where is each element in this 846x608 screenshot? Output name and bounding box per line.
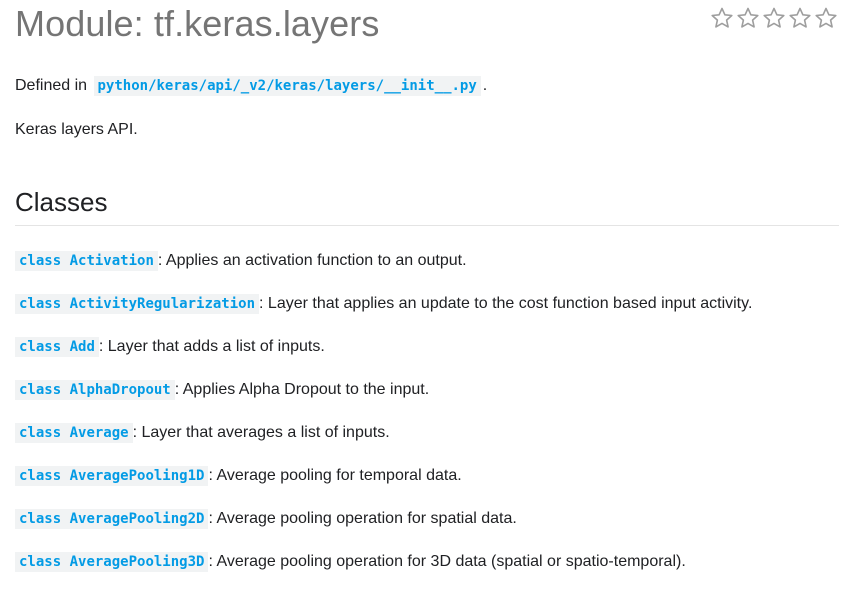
section-divider: [15, 225, 839, 226]
class-list: class Activation: Applies an activation …: [15, 248, 815, 592]
class-name: AveragePooling2D: [69, 511, 205, 527]
defined-in-label: Defined in: [15, 77, 88, 94]
class-description: : Average pooling operation for 3D data …: [208, 553, 686, 570]
class-description: : Applies Alpha Dropout to the input.: [174, 381, 430, 398]
star-rating: [710, 6, 838, 30]
class-description: : Average pooling operation for spatial …: [208, 510, 517, 527]
defined-in-suffix: .: [482, 77, 488, 94]
star-outline-icon[interactable]: [736, 6, 760, 30]
class-name: AveragePooling3D: [69, 554, 205, 570]
list-item: class AlphaDropout: Applies Alpha Dropou…: [15, 377, 815, 403]
class-description: : Layer that averages a list of inputs.: [132, 424, 390, 441]
class-link-alphadropout[interactable]: class AlphaDropout: [15, 380, 175, 400]
class-link-add[interactable]: class Add: [15, 337, 99, 357]
defined-in-line: Defined in python/keras/api/_v2/keras/la…: [15, 76, 487, 96]
page-title: Module: tf.keras.layers: [15, 3, 380, 44]
class-name: AveragePooling1D: [69, 468, 205, 484]
list-item: class Add: Layer that adds a list of inp…: [15, 334, 815, 360]
list-item: class ActivityRegularization: Layer that…: [15, 291, 815, 317]
class-link-activation[interactable]: class Activation: [15, 251, 158, 271]
list-item: class AveragePooling1D: Average pooling …: [15, 463, 815, 489]
list-item: class Activation: Applies an activation …: [15, 248, 815, 274]
class-keyword: class: [19, 296, 62, 312]
class-keyword: class: [19, 382, 62, 398]
class-keyword: class: [19, 339, 62, 355]
module-description: Keras layers API.: [15, 121, 138, 138]
star-outline-icon[interactable]: [710, 6, 734, 30]
source-path-link[interactable]: python/keras/api/_v2/keras/layers/__init…: [93, 76, 481, 96]
class-keyword: class: [19, 511, 62, 527]
class-link-averagepooling3d[interactable]: class AveragePooling3D: [15, 552, 209, 572]
class-keyword: class: [19, 425, 62, 441]
class-description: : Layer that adds a list of inputs.: [98, 338, 325, 355]
class-description: : Average pooling for temporal data.: [208, 467, 462, 484]
star-outline-icon[interactable]: [762, 6, 786, 30]
class-name: Average: [69, 425, 129, 441]
class-link-activityregularization[interactable]: class ActivityRegularization: [15, 294, 260, 314]
classes-heading: Classes: [15, 187, 108, 217]
class-name: Add: [69, 339, 95, 355]
star-outline-icon[interactable]: [788, 6, 812, 30]
list-item: class AveragePooling3D: Average pooling …: [15, 549, 815, 575]
class-keyword: class: [19, 554, 62, 570]
class-link-averagepooling2d[interactable]: class AveragePooling2D: [15, 509, 209, 529]
list-item: class AveragePooling2D: Average pooling …: [15, 506, 815, 532]
star-outline-icon[interactable]: [814, 6, 838, 30]
class-link-average[interactable]: class Average: [15, 423, 133, 443]
class-name: Activation: [69, 253, 154, 269]
class-description: : Layer that applies an update to the co…: [259, 295, 753, 312]
class-keyword: class: [19, 253, 62, 269]
class-link-averagepooling1d[interactable]: class AveragePooling1D: [15, 466, 209, 486]
class-description: : Applies an activation function to an o…: [157, 252, 467, 269]
list-item: class Average: Layer that averages a lis…: [15, 420, 815, 446]
class-name: AlphaDropout: [69, 382, 171, 398]
class-keyword: class: [19, 468, 62, 484]
class-name: ActivityRegularization: [69, 296, 256, 312]
